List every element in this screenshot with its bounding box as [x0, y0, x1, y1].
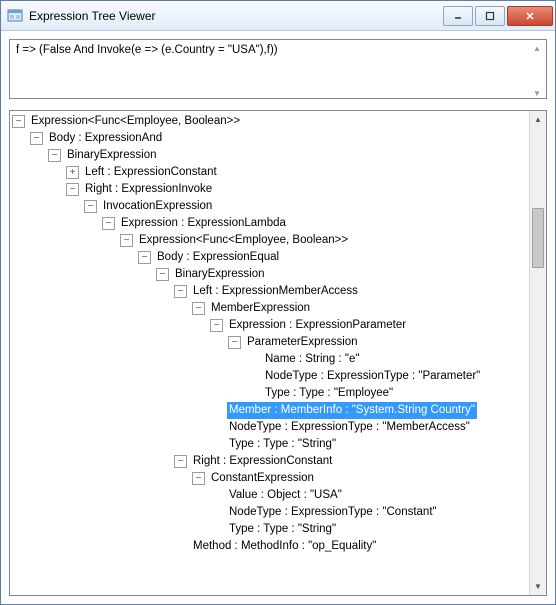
tree-scrollbar[interactable]: ▲ ▼	[529, 111, 546, 595]
titlebar: Expression Tree Viewer	[1, 1, 555, 31]
collapse-icon[interactable]: −	[12, 115, 25, 128]
tree-node[interactable]: Method : MethodInfo : "op_Equality"	[191, 538, 378, 555]
tree-node[interactable]: Type : Type : "String"	[227, 521, 338, 538]
scroll-up-icon[interactable]: ▲	[530, 111, 546, 128]
expression-textbox[interactable]	[9, 39, 547, 99]
leaf-icon	[210, 489, 223, 502]
minimize-button[interactable]	[443, 6, 473, 26]
collapse-icon[interactable]: −	[210, 319, 223, 332]
collapse-icon[interactable]: −	[48, 149, 61, 162]
client-area: ▲ ▼ −Expression<Func<Employee, Boolean>>…	[1, 31, 555, 604]
collapse-icon[interactable]: −	[192, 302, 205, 315]
textbox-scrollbar: ▲ ▼	[529, 41, 545, 102]
scrollbar-thumb[interactable]	[532, 208, 544, 268]
scroll-down-icon[interactable]: ▼	[530, 578, 546, 595]
leaf-icon	[174, 540, 187, 553]
tree-node[interactable]: Body : ExpressionAnd	[47, 130, 164, 147]
collapse-icon[interactable]: −	[174, 285, 187, 298]
collapse-icon[interactable]: −	[84, 200, 97, 213]
tree-node[interactable]: ConstantExpression	[209, 470, 316, 487]
leaf-icon	[246, 387, 259, 400]
app-window: Expression Tree Viewer ▲ ▼ −Expression<F…	[0, 0, 556, 605]
collapse-icon[interactable]: −	[30, 132, 43, 145]
tree-node[interactable]: ParameterExpression	[245, 334, 360, 351]
leaf-icon	[210, 421, 223, 434]
tree-node[interactable]: Expression<Func<Employee, Boolean>>	[29, 113, 242, 130]
tree-node[interactable]: Expression : ExpressionLambda	[119, 215, 288, 232]
tree-node[interactable]: MemberExpression	[209, 300, 312, 317]
tree-scroll-area[interactable]: −Expression<Func<Employee, Boolean>> −Bo…	[10, 111, 529, 595]
tree-node[interactable]: Left : ExpressionMemberAccess	[191, 283, 360, 300]
leaf-icon	[210, 506, 223, 519]
tree-node[interactable]: BinaryExpression	[173, 266, 266, 283]
tree-node[interactable]: Left : ExpressionConstant	[83, 164, 219, 181]
tree-node[interactable]: Type : Type : "Employee"	[263, 385, 395, 402]
scroll-up-icon[interactable]: ▲	[529, 41, 545, 57]
collapse-icon[interactable]: −	[102, 217, 115, 230]
tree-node[interactable]: NodeType : ExpressionType : "MemberAcces…	[227, 419, 472, 436]
tree-node-selected[interactable]: Member : MemberInfo : "System.String Cou…	[227, 402, 477, 419]
expand-icon[interactable]: +	[66, 166, 79, 179]
collapse-icon[interactable]: −	[156, 268, 169, 281]
leaf-icon	[246, 370, 259, 383]
collapse-icon[interactable]: −	[66, 183, 79, 196]
leaf-icon	[210, 523, 223, 536]
tree-node[interactable]: BinaryExpression	[65, 147, 158, 164]
leaf-icon	[210, 438, 223, 451]
expression-tree: −Expression<Func<Employee, Boolean>> −Bo…	[10, 111, 529, 557]
app-icon	[7, 8, 23, 24]
close-button[interactable]	[507, 6, 553, 26]
collapse-icon[interactable]: −	[174, 455, 187, 468]
collapse-icon[interactable]: −	[192, 472, 205, 485]
tree-node[interactable]: Expression<Func<Employee, Boolean>>	[137, 232, 350, 249]
scroll-down-icon[interactable]: ▼	[529, 86, 545, 102]
collapse-icon[interactable]: −	[228, 336, 241, 349]
maximize-button[interactable]	[475, 6, 505, 26]
collapse-icon[interactable]: −	[120, 234, 133, 247]
tree-node[interactable]: Expression : ExpressionParameter	[227, 317, 408, 334]
tree-node[interactable]: Name : String : "e"	[263, 351, 361, 368]
window-title: Expression Tree Viewer	[29, 9, 441, 23]
leaf-icon	[246, 353, 259, 366]
tree-node[interactable]: InvocationExpression	[101, 198, 214, 215]
tree-node[interactable]: Type : Type : "String"	[227, 436, 338, 453]
window-buttons	[441, 6, 553, 26]
tree-node[interactable]: Body : ExpressionEqual	[155, 249, 281, 266]
collapse-icon[interactable]: −	[138, 251, 151, 264]
tree-container: −Expression<Func<Employee, Boolean>> −Bo…	[9, 110, 547, 596]
tree-node[interactable]: Value : Object : "USA"	[227, 487, 344, 504]
leaf-icon	[210, 404, 223, 417]
tree-node[interactable]: Right : ExpressionInvoke	[83, 181, 214, 198]
tree-node[interactable]: NodeType : ExpressionType : "Constant"	[227, 504, 439, 521]
expression-textbox-wrap: ▲ ▼	[9, 39, 547, 104]
tree-node[interactable]: NodeType : ExpressionType : "Parameter"	[263, 368, 482, 385]
scrollbar-track[interactable]	[530, 128, 546, 578]
tree-node[interactable]: Right : ExpressionConstant	[191, 453, 334, 470]
